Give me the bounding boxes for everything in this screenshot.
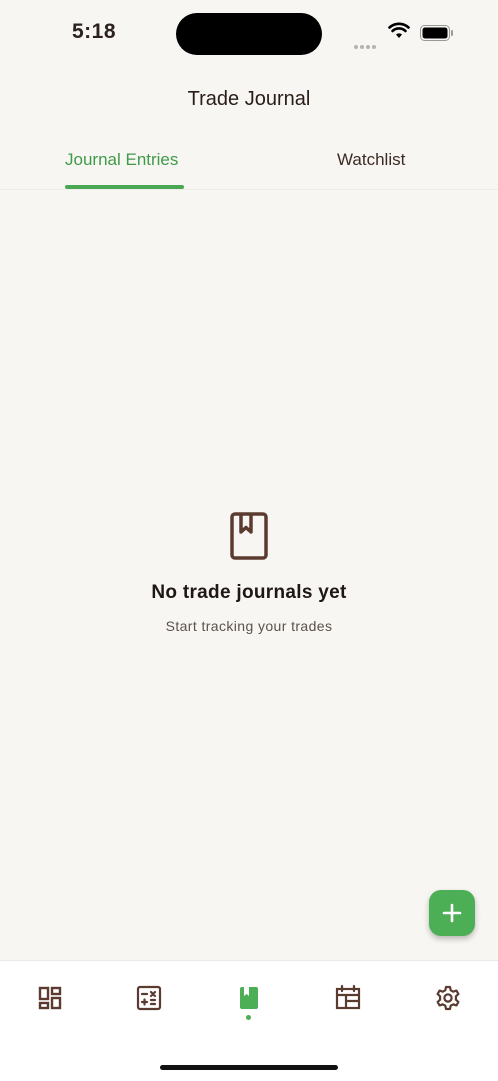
page-title: Trade Journal	[187, 88, 311, 110]
status-time: 5:18	[72, 20, 117, 43]
dynamic-island	[176, 13, 322, 55]
empty-state: No trade journals yet Start tracking you…	[0, 510, 498, 634]
dashboard-icon[interactable]	[36, 984, 64, 1012]
tab-journal-entries[interactable]: Journal Entries	[65, 150, 178, 170]
empty-state-subtitle: Start tracking your trades	[165, 618, 333, 634]
battery-icon	[420, 25, 453, 41]
wifi-icon	[388, 22, 410, 38]
tab-bar: Journal Entries Watchlist	[0, 140, 498, 190]
calendar-icon[interactable]	[334, 984, 362, 1012]
bookmark-book-icon	[230, 512, 268, 560]
tab-watchlist[interactable]: Watchlist	[337, 150, 405, 170]
calculator-icon[interactable]	[135, 984, 163, 1012]
cellular-signal-icon	[354, 36, 380, 49]
gear-icon[interactable]	[434, 984, 462, 1012]
bottom-navigation	[0, 960, 498, 1081]
home-indicator	[160, 1065, 338, 1070]
journal-book-icon[interactable]	[235, 984, 263, 1012]
status-bar: 5:18	[0, 0, 498, 66]
add-journal-button[interactable]	[429, 890, 475, 936]
active-nav-indicator	[246, 1015, 251, 1020]
plus-icon	[442, 903, 462, 923]
tabs-divider	[0, 189, 498, 190]
empty-state-title: No trade journals yet	[151, 582, 347, 603]
